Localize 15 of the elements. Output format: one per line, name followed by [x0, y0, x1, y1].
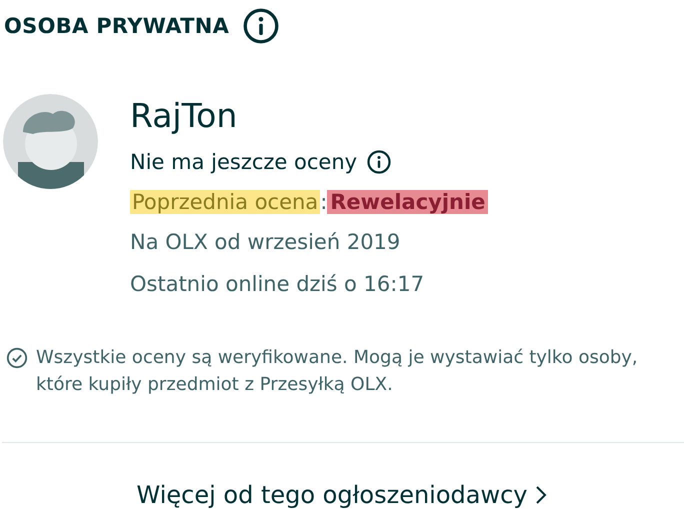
separator: :: [320, 190, 328, 214]
info-icon[interactable]: [367, 150, 392, 174]
section-title: OSOBA PRYWATNA: [4, 14, 230, 38]
verification-note: Wszystkie oceny są weryfikowane. Mogą je wystawiać tylko osoby, które kupiły przedmiot z Przesyłką OLX.: [36, 346, 639, 397]
member-since: Na OLX od wrzesień 2019: [130, 229, 402, 256]
more-from-seller-link[interactable]: Więcej od tego ogłoszeniodawcy: [136, 481, 548, 509]
previous-rating-label: Poprzednia ocena: [130, 190, 320, 214]
previous-rating-value: Rewelacyjnie: [327, 190, 488, 214]
last-online: Ostatnio online dziś o 16:17: [130, 271, 426, 298]
check-circle-icon: [6, 347, 28, 369]
avatar-icon: [3, 94, 98, 189]
chevron-right-icon: [535, 485, 548, 505]
info-icon[interactable]: [243, 8, 280, 44]
rating-status: Nie ma jeszcze oceny: [130, 150, 358, 174]
seller-name: RajTon: [130, 95, 238, 137]
